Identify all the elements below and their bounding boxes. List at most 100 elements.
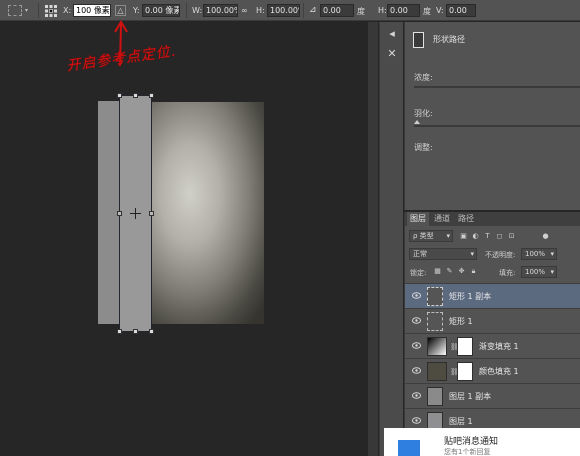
expand-panels-button[interactable]: ◂ [382,24,402,42]
tool-preset-picker[interactable]: ▾ [8,0,36,21]
visibility-eye-icon[interactable] [412,417,421,424]
layer-row-shape-copy[interactable]: 矩形 1 副本 [405,283,580,308]
transform-handle-bottom-left[interactable] [117,329,122,334]
layer-name[interactable]: 矩形 1 副本 [449,291,491,302]
vertical-skew-field[interactable]: 0.00 [446,4,476,17]
shape-filter-icon[interactable]: ◻ [495,232,504,241]
height-scale-field[interactable]: 100.00% [267,4,300,17]
layer-row-color-fill[interactable]: ⛓ 颜色填充 1 [405,358,580,383]
visibility-eye-icon[interactable] [412,317,421,324]
delta-icon: △ [115,5,126,16]
feather-label: 羽化: [414,109,433,118]
h-label: H: [256,6,265,15]
layer-kind-filter[interactable]: ρ 类型 ▾ [409,230,453,242]
angle-unit: 度 [357,7,365,16]
divider [38,3,39,18]
layer-name[interactable]: 渐变填充 1 [479,341,519,352]
density-label: 浓度: [414,73,433,82]
layers-panel: 图层 通道 路径 ρ 类型 ▾ ▣ ◐ T ◻ ⊡ ● 正常 ▾ 不透明度: 100… [404,212,580,456]
opacity-label: 不透明度: [485,251,516,259]
y-position-field[interactable]: 0.00 像素 [142,4,180,17]
chevron-down-icon: ▾ [470,250,474,258]
width-scale-field[interactable]: 100.00% [203,4,238,17]
chevron-down-icon: ▾ [550,250,554,258]
layer-name[interactable]: 颜色填充 1 [479,366,519,377]
layer-row-gradient-fill[interactable]: ⛓ 渐变填充 1 [405,333,580,358]
feather-slider-thumb[interactable] [414,120,420,124]
fill-value: 100% [525,268,546,276]
horizontal-skew-field[interactable]: 0.00 [387,4,420,17]
density-slider[interactable] [414,86,580,88]
tools-panel-button[interactable]: ✕ [382,44,402,62]
tab-layers[interactable]: 图层 [407,212,429,226]
rotate-angle-field[interactable]: 0.00 [320,4,354,17]
visibility-eye-icon[interactable] [412,292,421,299]
visibility-eye-icon[interactable] [412,367,421,374]
color-fill-thumbnail-icon [427,362,447,381]
layer-name[interactable]: 矩形 1 [449,316,473,327]
lock-transparency-icon[interactable]: ▦ [433,267,442,276]
fill-label: 填充: [499,269,516,277]
fill-field[interactable]: 100% ▾ [521,266,557,278]
document-canvas[interactable]: 开启参考点定位. [0,20,378,456]
shape-path-icon [413,32,424,48]
opacity-field[interactable]: 100% ▾ [521,248,557,260]
pixel-filter-icon[interactable]: ▣ [459,232,468,241]
divider [186,3,187,18]
lock-pixels-icon[interactable]: ✎ [445,267,454,276]
kind-filter-value: 类型 [419,232,434,240]
w-label: W: [192,6,203,15]
layer-row-shape[interactable]: 矩形 1 [405,308,580,333]
notification-subtitle: 您有1个新回复 [444,448,491,456]
search-icon: ρ [413,232,420,240]
layer-mask-thumbnail[interactable] [457,362,473,381]
chevron-down-icon: ▾ [25,7,29,14]
reference-point-grid-icon [45,4,57,17]
properties-panel: 形状路径 浓度: 羽化: 调整: [404,22,580,210]
chevron-left-icon: ◂ [389,26,395,40]
canvas-scrollbar[interactable] [368,22,378,456]
tieba-logo-icon [398,440,420,456]
transform-handle-right[interactable] [149,211,154,216]
adjustment-filter-icon[interactable]: ◐ [471,232,480,241]
smart-object-filter-icon[interactable]: ⊡ [507,232,516,241]
lock-all-icon[interactable]: 🔒︎ [469,267,478,276]
layers-panel-tabs: 图层 通道 路径 [405,212,580,226]
filter-toggle-icon[interactable]: ● [541,232,550,241]
gradient-thumbnail-icon [427,337,447,356]
divider [303,3,304,18]
layer-name[interactable]: 图层 1 副本 [449,391,491,402]
transform-handle-left[interactable] [117,211,122,216]
crossed-tools-icon: ✕ [387,46,397,60]
photo-layer-image [152,102,264,324]
reference-point-locator[interactable] [44,0,58,21]
properties-title: 形状路径 [433,35,465,44]
y-label: Y: [133,6,140,15]
relative-position-toggle[interactable]: △ [115,0,126,21]
blend-mode-value: 正常 [413,250,427,258]
tab-channels[interactable]: 通道 [431,212,453,226]
panel-dock: ◂ ✕ [379,22,403,456]
opacity-value: 100% [525,250,546,258]
shape-layer-thumbnail-icon [427,312,443,331]
visibility-eye-icon[interactable] [412,342,421,349]
blend-mode-select[interactable]: 正常 ▾ [409,248,477,260]
feather-slider[interactable] [414,125,580,127]
x-position-field[interactable]: 100 像素 [73,4,111,17]
notification-title: 贴吧消息通知 [444,437,499,447]
visibility-eye-icon[interactable] [412,392,421,399]
transform-handle-bottom-right[interactable] [149,329,154,334]
layer-name[interactable]: 图层 1 [449,416,473,427]
notification-popup[interactable]: 贴吧消息通知 您有1个新回复 [384,428,580,456]
lock-position-icon[interactable]: ✥ [457,267,466,276]
lock-label: 锁定: [410,269,427,277]
tab-paths[interactable]: 路径 [455,212,477,226]
hskew-label: H: [378,6,387,15]
layer-row-pixel-copy[interactable]: 图层 1 副本 [405,383,580,408]
transform-handle-bottom[interactable] [133,329,138,334]
reference-point-pivot-icon[interactable] [130,208,141,219]
type-filter-icon[interactable]: T [483,232,492,241]
link-icon[interactable]: ∞ [241,6,248,15]
layer-mask-thumbnail[interactable] [457,337,473,356]
vskew-label: V: [436,6,444,15]
